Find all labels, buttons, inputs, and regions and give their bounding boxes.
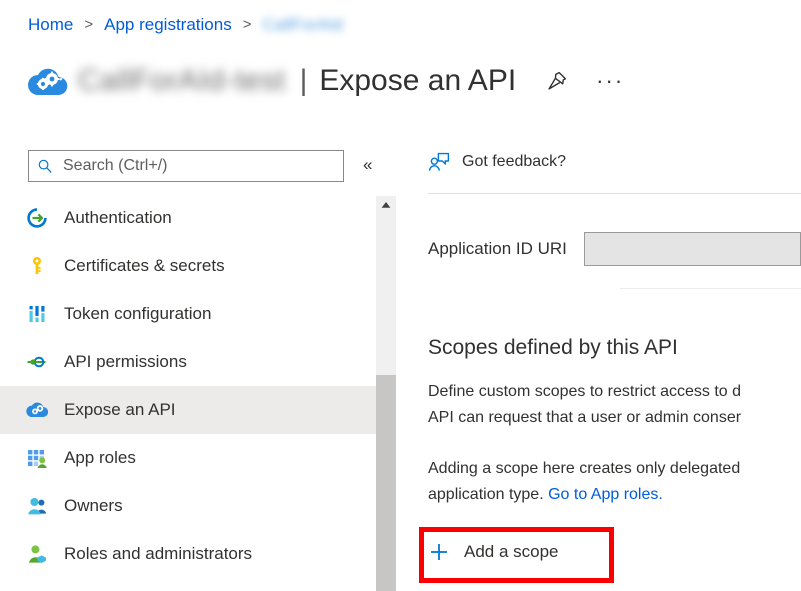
scopes-section-title: Scopes defined by this API xyxy=(428,336,678,360)
roles-admin-icon xyxy=(26,543,48,565)
token-bars-icon xyxy=(26,303,48,325)
sidebar-item-roles-and-administrators[interactable]: Roles and administrators xyxy=(0,530,376,578)
field-divider xyxy=(620,288,801,289)
sidebar-item-label: Owners xyxy=(64,496,123,516)
owners-icon xyxy=(26,495,48,517)
sidebar-scrollbar[interactable] xyxy=(376,196,396,591)
breadcrumb-item-home[interactable]: Home xyxy=(28,14,73,36)
got-feedback-button[interactable]: Got feedback? xyxy=(428,144,566,180)
pin-icon[interactable] xyxy=(546,70,568,92)
sidebar-item-owners[interactable]: Owners xyxy=(0,482,376,530)
application-id-uri-label: Application ID URI xyxy=(428,239,584,259)
add-a-scope-button[interactable]: Add a scope xyxy=(428,532,569,572)
scopes-note-line-1: Adding a scope here creates only delegat… xyxy=(428,456,801,482)
sidebar-item-label: Certificates & secrets xyxy=(64,256,225,276)
breadcrumb-separator: > xyxy=(243,14,252,36)
scopes-note-line-2-text: application type. xyxy=(428,486,548,503)
add-a-scope-label: Add a scope xyxy=(464,542,559,562)
scopes-section-note: Adding a scope here creates only delegat… xyxy=(428,456,801,508)
search-input[interactable] xyxy=(61,156,335,176)
sidebar-item-certificates-and-secrets[interactable]: Certificates & secrets xyxy=(0,242,376,290)
scopes-description-line-1: Define custom scopes to restrict access … xyxy=(428,379,801,405)
app-roles-icon xyxy=(26,447,48,469)
scopes-section-description: Define custom scopes to restrict access … xyxy=(428,379,801,431)
api-permissions-icon xyxy=(26,351,48,373)
sidebar: « Authentication xyxy=(0,136,376,591)
authentication-icon xyxy=(26,207,48,229)
sidebar-item-label: App roles xyxy=(64,448,136,468)
page-title: Expose an API xyxy=(319,64,516,98)
command-bar-divider xyxy=(428,193,801,194)
main-content: Got feedback? Application ID URI Scopes … xyxy=(420,136,801,591)
caret-up-icon[interactable] xyxy=(376,196,396,214)
cloud-gears-icon xyxy=(26,399,48,421)
sidebar-search-row xyxy=(28,150,344,182)
sidebar-item-label: Authentication xyxy=(64,208,172,228)
sidebar-item-expose-an-api[interactable]: Expose an API xyxy=(0,386,376,434)
page-header: CallForAId-test | Expose an API ··· xyxy=(26,58,624,104)
scopes-description-line-2: API can request that a user or admin con… xyxy=(428,405,801,431)
scrollbar-thumb[interactable] xyxy=(376,375,396,591)
sidebar-item-app-roles[interactable]: App roles xyxy=(0,434,376,482)
plus-icon xyxy=(428,541,450,563)
page-title-app-name: CallForAId-test xyxy=(78,64,286,98)
sidebar-nav-list: Authentication Certificates & secrets xyxy=(0,194,376,578)
sidebar-item-api-permissions[interactable]: API permissions xyxy=(0,338,376,386)
scopes-note-line-2: application type. Go to App roles. xyxy=(428,482,801,508)
got-feedback-label: Got feedback? xyxy=(462,153,566,171)
page-header-actions: ··· xyxy=(546,70,624,92)
key-icon xyxy=(26,255,48,277)
sidebar-item-token-configuration[interactable]: Token configuration xyxy=(0,290,376,338)
go-to-app-roles-link[interactable]: Go to App roles. xyxy=(548,486,663,503)
application-id-uri-row: Application ID URI xyxy=(428,232,801,266)
azure-portal-expose-an-api-page: Home > App registrations > CallForAId xyxy=(0,0,801,591)
sidebar-item-label: API permissions xyxy=(64,352,187,372)
collapse-sidebar-button[interactable]: « xyxy=(363,156,372,174)
breadcrumb-separator: > xyxy=(84,14,93,36)
application-id-uri-input[interactable] xyxy=(584,232,801,266)
breadcrumb-item-app-name[interactable]: CallForAId xyxy=(262,14,342,36)
ellipsis-icon[interactable]: ··· xyxy=(596,76,624,86)
sidebar-item-label: Expose an API xyxy=(64,400,176,420)
cloud-gears-icon xyxy=(26,63,70,99)
breadcrumb: Home > App registrations > CallForAId xyxy=(28,14,343,36)
page-title-separator: | xyxy=(300,64,308,98)
sidebar-item-label: Token configuration xyxy=(64,304,211,324)
breadcrumb-item-app-registrations[interactable]: App registrations xyxy=(104,14,232,36)
sidebar-item-authentication[interactable]: Authentication xyxy=(0,194,376,242)
sidebar-item-label: Roles and administrators xyxy=(64,544,252,564)
feedback-person-icon xyxy=(428,151,450,173)
search-box[interactable] xyxy=(28,150,344,182)
search-icon xyxy=(37,158,53,174)
